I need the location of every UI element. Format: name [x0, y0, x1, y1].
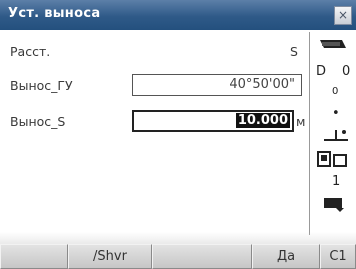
window-title: Уст. выноса [8, 6, 101, 21]
dist-input-label: Вынос_S [10, 114, 66, 129]
status-panel: D 0 0 • 1 [309, 32, 356, 235]
app-screen: Уст. выноса × Расст. S Вынос_ГУ 40°50'00… [0, 0, 356, 269]
tilt-top-value: 0 [342, 64, 351, 79]
distance-label: Расст. [10, 44, 51, 59]
distance-mode[interactable]: S [290, 44, 298, 59]
angle-label: Вынос_ГУ [10, 78, 73, 93]
softkey-f2[interactable]: /Shvr [68, 244, 152, 269]
dist-input-field[interactable]: 10.000 [132, 110, 294, 132]
dist-unit: м [296, 114, 306, 129]
tilt-left-icon: D [316, 64, 327, 79]
laser-icon [324, 130, 348, 141]
title-bar: Уст. выноса × [0, 0, 356, 30]
bottom-fade [0, 232, 356, 244]
prism-const-value: 0 [332, 86, 339, 97]
dot-indicator-icon: • [332, 106, 340, 121]
close-button[interactable]: × [334, 6, 352, 25]
battery-icon [320, 40, 346, 48]
softkey-f4[interactable]: Да [252, 244, 320, 269]
memory-icon [317, 151, 347, 167]
angle-field[interactable]: 40°50'00" [132, 74, 302, 96]
softkey-bar: /Shvr Да C1 [0, 244, 356, 269]
target-value: 1 [332, 174, 341, 189]
page-icon [324, 198, 344, 212]
close-icon: × [337, 8, 349, 22]
softkey-f1[interactable] [0, 244, 68, 269]
main-form: Расст. S Вынос_ГУ 40°50'00" Вынос_S 10.0… [2, 32, 308, 232]
softkey-f3[interactable] [152, 244, 252, 269]
angle-value: 40°50'00" [229, 77, 295, 92]
dist-input-value: 10.000 [235, 113, 290, 128]
softkey-page[interactable]: C1 [320, 244, 356, 269]
